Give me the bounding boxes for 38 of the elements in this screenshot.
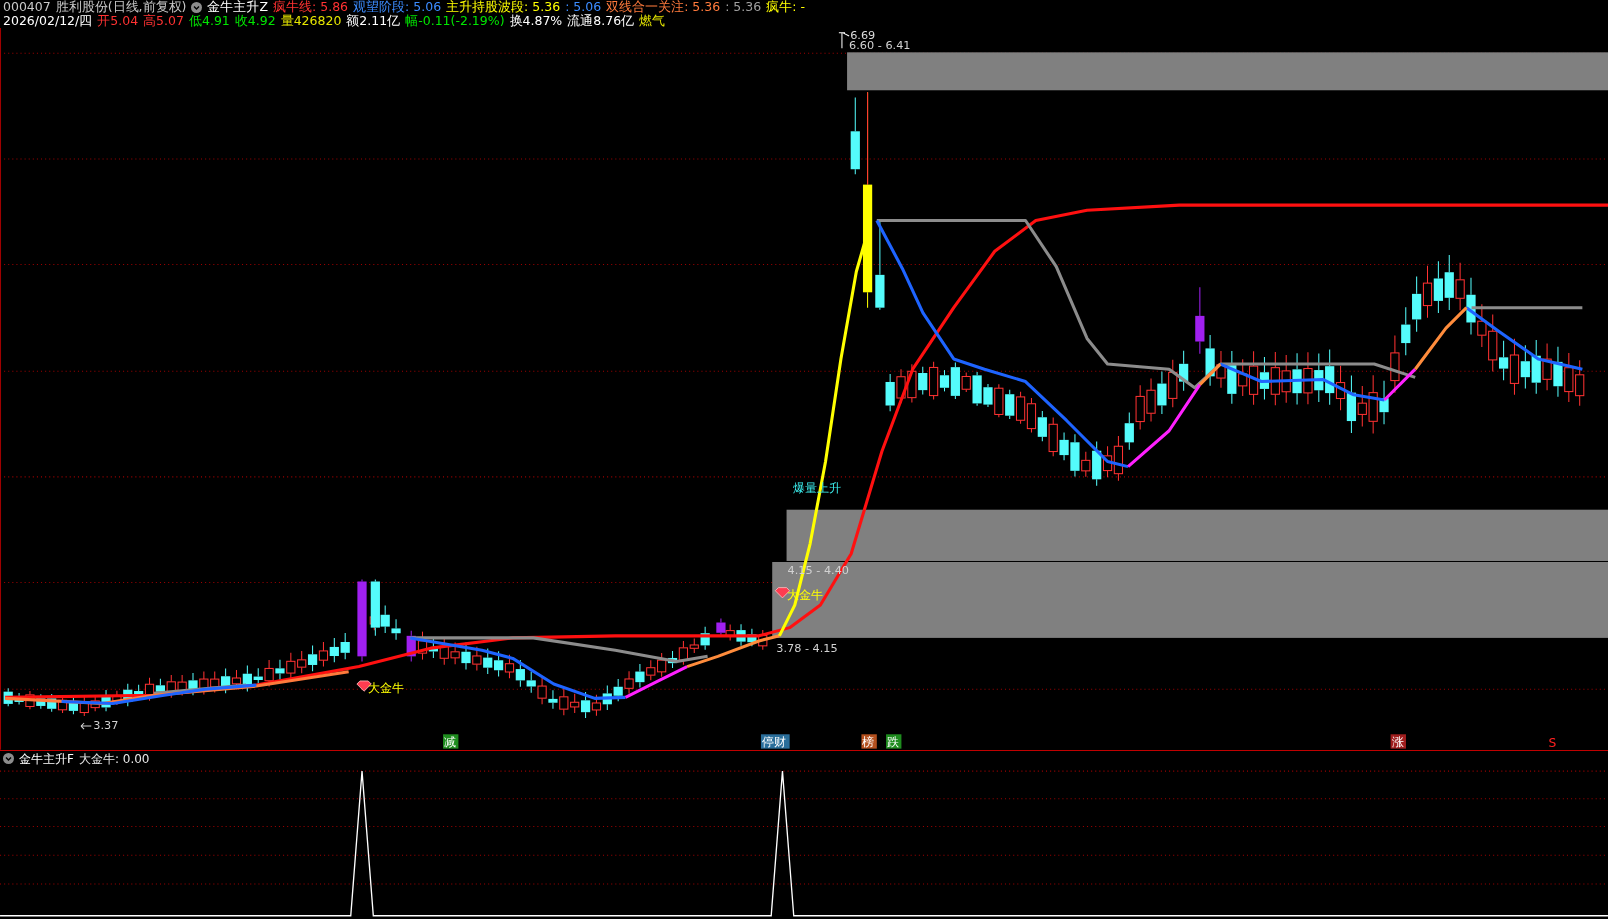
zone-range-label: 3.78 - 4.15 — [776, 642, 838, 656]
dropdown-icon[interactable] — [191, 1, 203, 13]
high-price-label: 6.69 — [850, 29, 876, 42]
quote-value: 低4.91 — [188, 14, 230, 28]
quote-value: 量426820 — [280, 14, 342, 28]
indicator-value: 主升持股波段: 5.36 — [446, 0, 561, 14]
indicator-name: 金牛主升Z — [207, 0, 269, 14]
signal-tag: 跌 — [886, 734, 902, 750]
quote-value: 流通8.76亿 — [567, 14, 635, 28]
signal-tag: 涨 — [1390, 734, 1406, 750]
quote-value: 2026/02/12/四 — [3, 14, 93, 28]
indicator-value: 双线合一关注: 5.36 — [606, 0, 721, 14]
indicator-value: : 5.06 — [565, 0, 602, 14]
quote-value: 额2.11亿 — [346, 14, 401, 28]
dropdown-icon[interactable] — [3, 753, 14, 764]
indicator-value: 观望阶段: 5.06 — [353, 0, 442, 14]
indicator-value: 疯牛线: 5.86 — [273, 0, 349, 14]
arrow-icon — [80, 722, 92, 730]
quote-value: 高5.07 — [143, 14, 184, 28]
high-marker-icon — [838, 32, 850, 49]
stock-name: 胜利股份(日线,前复权) — [55, 0, 187, 14]
indicator-name: 金牛主升F — [19, 750, 74, 767]
low-price-label: 3.37 — [93, 719, 119, 733]
signal-label: 大金牛 — [368, 681, 405, 696]
zone-range-label: 6.60 - 6.41 — [849, 39, 911, 53]
quote-value: 燃气 — [639, 14, 666, 28]
signal-tag: 停财 — [760, 734, 790, 750]
signal-tag: 减 — [443, 734, 459, 750]
quote-value: 收4.92 — [234, 14, 276, 28]
stock-code: 000407 — [3, 0, 51, 14]
indicator-value: 大金牛: 0.00 — [78, 750, 150, 767]
quote-value: 开5.04 — [97, 14, 139, 28]
indicator-value: : 5.36 — [725, 0, 762, 14]
signal-tag: S — [1548, 735, 1557, 750]
indicator-value: 疯牛: - — [766, 0, 805, 14]
quote-value: 幅-0.11(-2.19%) — [405, 14, 505, 28]
quote-value: 换4.87% — [509, 14, 563, 28]
signal-tag: 榜 — [861, 734, 877, 750]
